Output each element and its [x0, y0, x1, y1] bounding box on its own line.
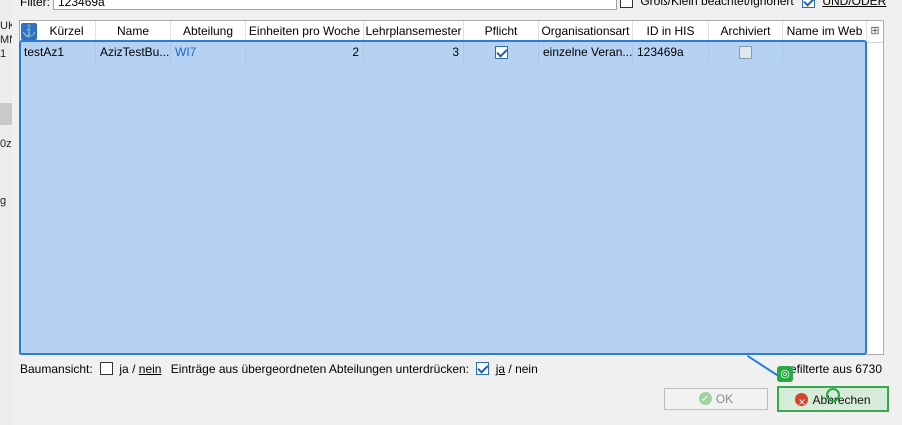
cell-archiviert: [709, 43, 783, 62]
pflicht-checkbox[interactable]: [494, 46, 508, 60]
column-header-abteilung[interactable]: Abteilung: [171, 21, 246, 42]
cancel-label: Abbrechen: [812, 393, 871, 407]
case-sensitivity-label: Groß/Klein beachtet/ignoriert: [640, 0, 794, 8]
filter-label: Filter:: [20, 0, 50, 9]
column-header-lehrplansemester[interactable]: Lehrplansemester: [364, 21, 464, 42]
cell-kuerzel: testAz1: [20, 43, 96, 62]
suppress-parent-label: Einträge aus übergeordneten Abteilungen …: [170, 361, 470, 376]
column-chooser-icon[interactable]: ⊞: [866, 21, 883, 42]
tree-view-ja: ja: [119, 361, 129, 376]
search-dialog: Filter: Groß/Klein beachtet/ignoriert UN…: [12, 0, 902, 425]
cell-pflicht: [464, 43, 539, 62]
and-or-label: UND/ODER: [822, 0, 887, 8]
suppress-parent-ja: ja: [495, 361, 506, 376]
column-header-name-web[interactable]: Name im Web: [783, 21, 867, 42]
cell-semester: 3: [364, 43, 464, 62]
cell-organisationsart: einzelne Veran...: [539, 43, 633, 62]
filter-input[interactable]: [53, 0, 617, 10]
tree-view-separator: /: [132, 361, 136, 376]
cell-einheiten: 2: [246, 43, 364, 62]
column-header-kuerzel[interactable]: Kürzel: [38, 21, 96, 42]
suppress-parent-nein: nein: [515, 361, 538, 376]
table-row[interactable]: testAz1 AzizTestBu... WI7 2 3 einzelne V…: [20, 43, 868, 62]
filter-count: gefilterte aus 6730: [783, 362, 882, 376]
archiviert-checkbox[interactable]: [739, 46, 752, 60]
selection-highlight: [19, 40, 867, 355]
tree-view-checkbox[interactable]: [100, 362, 114, 376]
results-table: ⚓ Kürzel Name Abteilung Einheiten pro Wo…: [19, 20, 884, 355]
column-header-einheiten[interactable]: Einheiten pro Woche: [246, 21, 364, 42]
suppress-parent-checkbox[interactable]: [476, 362, 490, 376]
column-header-archiviert[interactable]: Archiviert: [709, 21, 783, 42]
background-fragment: 0z: [0, 138, 12, 150]
suppress-parent-separator: /: [508, 361, 512, 376]
anchor-icon[interactable]: ⚓: [21, 23, 37, 40]
column-header-name[interactable]: Name: [96, 21, 171, 42]
cell-name: AzizTestBu...: [96, 43, 171, 62]
check-icon: [698, 390, 712, 410]
column-header-id-his[interactable]: ID in HIS: [633, 21, 709, 42]
and-or-checkbox[interactable]: [802, 0, 815, 9]
tree-view-nein: nein: [138, 361, 162, 376]
cursor-icon: [826, 388, 840, 402]
ok-label: OK: [715, 392, 734, 406]
tree-view-label: Baumansicht:: [20, 361, 93, 376]
case-sensitivity-checkbox[interactable]: [620, 0, 633, 9]
and-or-option[interactable]: UND/ODER: [802, 0, 887, 9]
column-header-pflicht[interactable]: Pflicht: [464, 21, 539, 42]
cell-name-web: [783, 43, 867, 62]
background-bar: [0, 103, 12, 125]
cell-abteilung[interactable]: WI7: [171, 43, 246, 62]
ok-button[interactable]: OK: [664, 388, 768, 410]
background-fragment: 1: [0, 48, 7, 60]
target-icon: ◎: [777, 366, 793, 382]
cancel-icon: [795, 390, 809, 414]
column-header-organisationsart[interactable]: Organisationsart: [539, 21, 633, 42]
cell-id-his: 123469a: [633, 43, 709, 62]
case-sensitivity-option[interactable]: Groß/Klein beachtet/ignoriert: [620, 0, 794, 9]
bottom-options: Baumansicht: ja / nein Einträge aus über…: [20, 361, 538, 376]
background-fragment: g: [0, 195, 7, 207]
